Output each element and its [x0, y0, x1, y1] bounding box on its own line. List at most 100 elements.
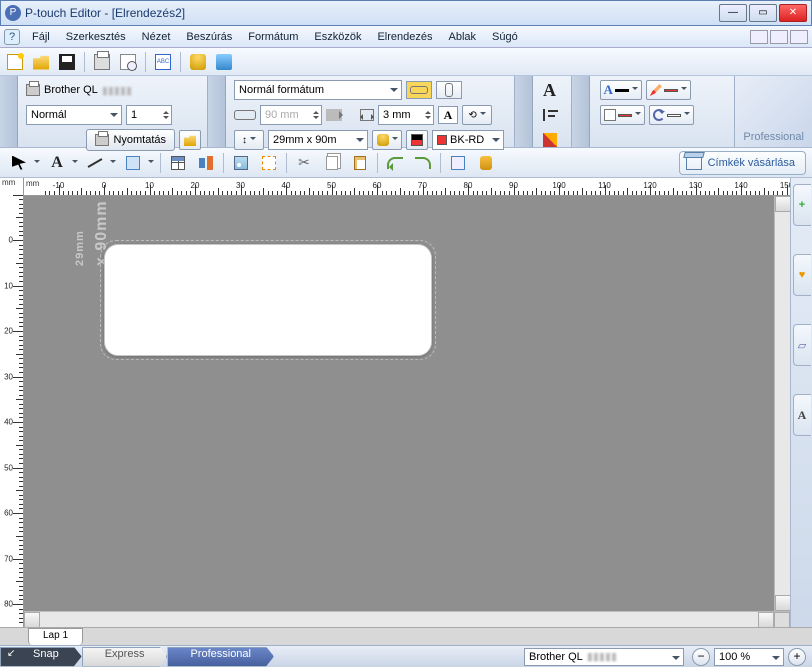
database-tool[interactable]: [473, 151, 499, 175]
text-direction-dropdown[interactable]: ⟲: [462, 105, 492, 125]
paper-panel-tab[interactable]: [208, 76, 226, 147]
frame-color-button[interactable]: [600, 105, 645, 125]
pointer-tool[interactable]: [6, 151, 32, 175]
sheet-tab-1[interactable]: Lap 1: [28, 628, 83, 645]
zoom-combo[interactable]: 100 %: [714, 648, 784, 666]
orientation-portrait-button[interactable]: [436, 81, 462, 99]
length-spinner[interactable]: 90 mm: [260, 105, 322, 125]
buy-labels-button[interactable]: Címkék vásárlása: [679, 151, 806, 175]
image-tool[interactable]: [228, 151, 254, 175]
redo-button[interactable]: [410, 151, 436, 175]
shape-dropdown[interactable]: [146, 151, 156, 175]
menu-tools[interactable]: Eszközök: [306, 29, 369, 45]
mode-professional-button[interactable]: Professional: [167, 647, 274, 667]
menu-edit[interactable]: Szerkesztés: [58, 29, 134, 45]
menu-view[interactable]: Nézet: [134, 29, 179, 45]
text-tool[interactable]: A: [44, 151, 70, 175]
orientation-landscape-button[interactable]: [406, 81, 432, 99]
scroll-left-button[interactable]: [24, 612, 40, 628]
print-options-button[interactable]: [179, 130, 201, 150]
media-icon: [377, 134, 389, 146]
help-icon[interactable]: ?: [4, 29, 20, 45]
paper-format-combo[interactable]: Normál formátum: [234, 80, 402, 100]
line-dropdown[interactable]: [108, 151, 118, 175]
status-printer-combo[interactable]: Brother QL▮▮▮▮▮: [524, 648, 684, 666]
copies-mode-combo[interactable]: Normál: [26, 105, 122, 125]
scroll-right-button[interactable]: [758, 612, 774, 628]
print-action-button[interactable]: Nyomtatás: [86, 129, 175, 151]
cut-button[interactable]: ✂: [291, 151, 317, 175]
save-button[interactable]: [56, 51, 78, 73]
minimize-button[interactable]: —: [719, 4, 747, 22]
copies-spinner[interactable]: 1: [126, 105, 172, 125]
zoom-out-button[interactable]: −: [692, 648, 710, 666]
redo-icon: [415, 157, 431, 169]
table-tool[interactable]: [165, 151, 191, 175]
mdi-close-button[interactable]: [790, 30, 808, 44]
database-button[interactable]: [187, 51, 209, 73]
scroll-up-button[interactable]: [775, 196, 790, 212]
buy-labels-label: Címkék vásárlása: [708, 157, 795, 169]
database-icon: [190, 54, 206, 70]
mode-snap-button[interactable]: Snap: [0, 647, 82, 667]
sidetab-add[interactable]: +: [793, 184, 811, 226]
maximize-button[interactable]: ▭: [749, 4, 777, 22]
color-preview-button[interactable]: [406, 130, 428, 150]
vertical-scrollbar[interactable]: [774, 196, 790, 611]
pointer-dropdown[interactable]: [32, 151, 42, 175]
copy-icon: [326, 156, 338, 170]
zoom-in-button[interactable]: +: [788, 648, 806, 666]
layout-panel-tab[interactable]: [572, 76, 590, 147]
mode-express-button[interactable]: Express: [82, 647, 168, 667]
mdi-minimize-button[interactable]: [750, 30, 768, 44]
menu-layout[interactable]: Elrendezés: [369, 29, 440, 45]
format-text-button[interactable]: ABC: [152, 51, 174, 73]
scroll-corner: [774, 612, 790, 628]
label-object[interactable]: [104, 244, 432, 356]
menu-help[interactable]: Súgó: [484, 29, 526, 45]
scroll-down-button[interactable]: [775, 595, 790, 611]
media-combo[interactable]: 29mm x 90m: [268, 130, 368, 150]
new-button[interactable]: [4, 51, 26, 73]
ribbon-color-combo[interactable]: BK-RD: [432, 130, 504, 150]
text-panel-tab[interactable]: [515, 76, 533, 147]
shape-tool[interactable]: [120, 151, 146, 175]
printer-name: Brother QL: [44, 84, 98, 96]
mdi-restore-button[interactable]: [770, 30, 788, 44]
copy-button[interactable]: [319, 151, 345, 175]
text-dropdown[interactable]: [70, 151, 80, 175]
margin-spinner[interactable]: 3 mm: [378, 105, 434, 125]
print-button[interactable]: [91, 51, 113, 73]
close-button[interactable]: ✕: [779, 4, 807, 22]
menu-window[interactable]: Ablak: [441, 29, 485, 45]
layout-panel-collapsed[interactable]: [572, 76, 590, 147]
background-color-button[interactable]: [649, 105, 694, 125]
manager-icon: [216, 54, 232, 70]
vertical-ruler: mm 0102030405060708090: [0, 178, 24, 627]
menu-format[interactable]: Formátum: [240, 29, 306, 45]
media-options-button[interactable]: [372, 130, 402, 150]
horizontal-scrollbar[interactable]: [24, 611, 790, 627]
transfer-manager-button[interactable]: [213, 51, 235, 73]
layout-tool[interactable]: [445, 151, 471, 175]
preview-button[interactable]: [117, 51, 139, 73]
undo-button[interactable]: [382, 151, 408, 175]
open-button[interactable]: [30, 51, 52, 73]
line-tool[interactable]: [82, 151, 108, 175]
menu-insert[interactable]: Beszúrás: [178, 29, 240, 45]
line-color-button[interactable]: [646, 80, 691, 100]
sidetab-favorites[interactable]: ♥: [793, 254, 811, 296]
canvas[interactable]: 29mmx 90mm: [24, 196, 790, 611]
print-panel-tab[interactable]: [0, 76, 18, 147]
text-direction-button[interactable]: A: [438, 106, 458, 124]
screenshot-tool[interactable]: [256, 151, 282, 175]
printer-model-blurred: ▮▮▮▮▮: [102, 84, 132, 97]
printer-icon: [26, 84, 40, 96]
menu-file[interactable]: Fájl: [24, 29, 58, 45]
paste-button[interactable]: [347, 151, 373, 175]
sidetab-history[interactable]: ▱: [793, 324, 811, 366]
text-color-button[interactable]: A: [600, 80, 642, 100]
arrange-tool[interactable]: [193, 151, 219, 175]
sidetab-text[interactable]: A: [793, 394, 811, 436]
media-detect-button[interactable]: ↕: [234, 130, 264, 150]
